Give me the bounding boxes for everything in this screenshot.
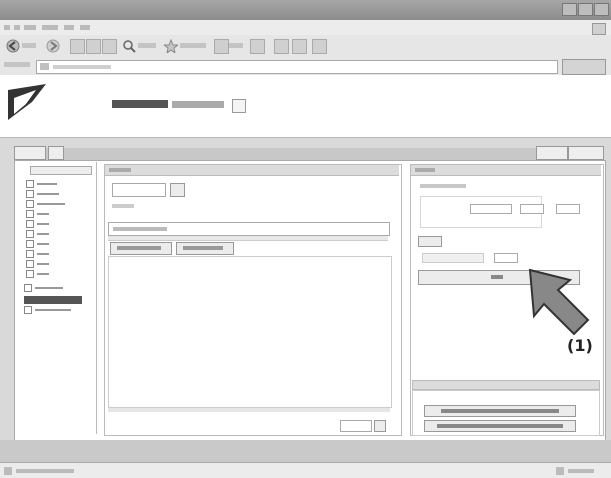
- status-page-icon: [4, 467, 12, 475]
- close-button[interactable]: [594, 3, 609, 16]
- middle-panel-header: [105, 165, 399, 176]
- browser-status-bar: [0, 462, 611, 478]
- media-label[interactable]: [229, 43, 243, 48]
- tree-item-1[interactable]: [26, 180, 86, 188]
- menu-item-2[interactable]: [14, 25, 20, 30]
- middle-divider: [108, 236, 388, 241]
- menu-item-4[interactable]: [42, 25, 58, 30]
- tree-item-4[interactable]: [26, 210, 86, 218]
- favorites-star-icon[interactable]: [164, 39, 178, 53]
- page-footer-strip: [0, 440, 611, 462]
- tree-item-3[interactable]: [26, 200, 86, 208]
- history-icon[interactable]: [250, 39, 265, 54]
- edit-icon[interactable]: [312, 39, 327, 54]
- lower-action-button-1[interactable]: [424, 405, 576, 417]
- windows-flag-icon: [592, 23, 606, 35]
- brand-logo: [8, 84, 46, 120]
- top-right-button-2[interactable]: [568, 146, 604, 160]
- tree-item-13[interactable]: [24, 306, 84, 314]
- tree-item-5[interactable]: [26, 220, 86, 228]
- top-right-button-1[interactable]: [536, 146, 568, 160]
- url-text: [53, 65, 111, 69]
- menu-item-1[interactable]: [4, 25, 10, 30]
- callout-label: (1): [567, 336, 593, 355]
- callout-arrow-icon: [528, 268, 590, 336]
- right-field-4[interactable]: [494, 253, 518, 263]
- middle-scrollbar[interactable]: [108, 408, 390, 412]
- middle-field-button[interactable]: [170, 183, 185, 197]
- status-text: [16, 469, 74, 473]
- tree-item-8[interactable]: [26, 250, 86, 258]
- product-badge-icon: [232, 99, 246, 113]
- mail-icon[interactable]: [274, 39, 289, 54]
- tree-item-selected[interactable]: [24, 296, 82, 304]
- back-arrow-icon[interactable]: [6, 39, 20, 53]
- back-label[interactable]: [22, 43, 36, 48]
- internet-zone-icon: [556, 467, 564, 475]
- page-icon: [40, 63, 49, 70]
- address-input[interactable]: [36, 60, 558, 74]
- window-title-bar: [0, 0, 611, 20]
- tree-item-11[interactable]: [24, 284, 84, 292]
- menu-bar: [0, 20, 611, 35]
- right-small-button[interactable]: [418, 236, 442, 247]
- middle-button-2[interactable]: [176, 242, 234, 255]
- sub-navigation-bar: [14, 148, 604, 160]
- middle-button-1[interactable]: [110, 242, 172, 255]
- lower-action-button-2[interactable]: [424, 420, 576, 432]
- middle-bottom-field[interactable]: [340, 420, 372, 432]
- internet-zone-label: [568, 469, 594, 473]
- middle-bottom-button[interactable]: [374, 420, 386, 432]
- right-field-1[interactable]: [470, 204, 512, 214]
- address-label: [4, 62, 30, 67]
- forward-arrow-icon[interactable]: [46, 39, 60, 53]
- right-panel-header: [411, 165, 601, 176]
- tree-item-9[interactable]: [26, 260, 86, 268]
- tab-secondary[interactable]: [48, 146, 64, 160]
- maximize-button[interactable]: [578, 3, 593, 16]
- product-name: [112, 96, 224, 112]
- middle-content-area: [108, 256, 392, 408]
- stop-icon[interactable]: [70, 39, 85, 54]
- menu-item-3[interactable]: [24, 25, 36, 30]
- menu-item-5[interactable]: [64, 25, 74, 30]
- search-icon[interactable]: [122, 39, 136, 53]
- app-banner: [0, 75, 611, 138]
- right-option-1[interactable]: [420, 184, 466, 188]
- right-field-3[interactable]: [556, 204, 580, 214]
- right-panel-lower-header: [412, 380, 600, 390]
- middle-field-1[interactable]: [112, 183, 166, 197]
- go-button[interactable]: [562, 59, 606, 75]
- tree-root[interactable]: [30, 166, 92, 175]
- favorites-label[interactable]: [180, 43, 206, 48]
- menu-item-6[interactable]: [80, 25, 90, 30]
- tab-main[interactable]: [14, 146, 46, 160]
- browser-toolbar: [0, 35, 611, 58]
- home-icon[interactable]: [102, 39, 117, 54]
- middle-text-line: [112, 204, 134, 208]
- tree-item-10[interactable]: [26, 270, 86, 278]
- right-checkbox-row[interactable]: [422, 253, 484, 263]
- refresh-icon[interactable]: [86, 39, 101, 54]
- middle-input-row[interactable]: [108, 222, 390, 236]
- tree-item-2[interactable]: [26, 190, 86, 198]
- print-icon[interactable]: [292, 39, 307, 54]
- right-field-2[interactable]: [520, 204, 544, 214]
- tree-item-7[interactable]: [26, 240, 86, 248]
- search-label[interactable]: [138, 43, 156, 48]
- minimize-button[interactable]: [562, 3, 577, 16]
- media-icon[interactable]: [214, 39, 229, 54]
- tree-item-6[interactable]: [26, 230, 86, 238]
